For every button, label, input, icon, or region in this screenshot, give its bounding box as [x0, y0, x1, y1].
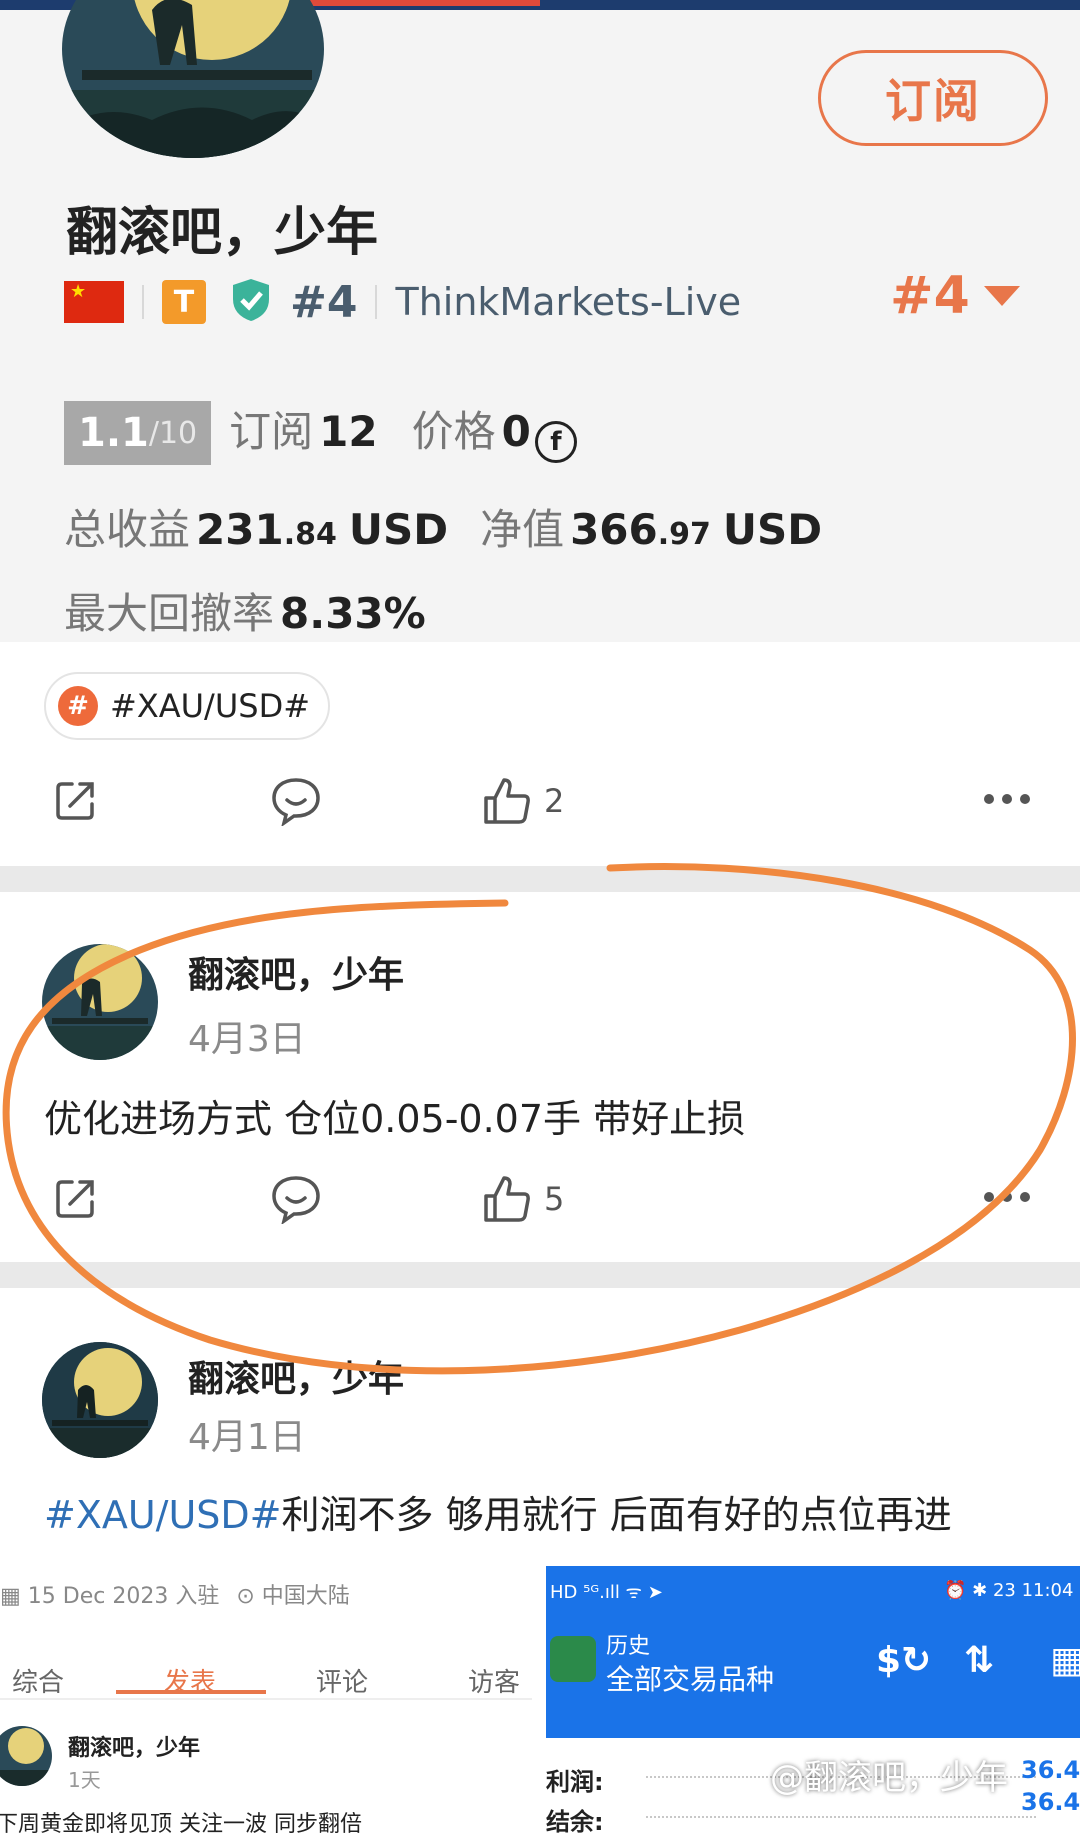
total-profit-unit: USD: [348, 505, 449, 554]
more-button[interactable]: [982, 792, 1032, 806]
subscription-row: 1.1/10 订阅 12 价格 0 f: [64, 398, 577, 465]
join-meta: ▦ 15 Dec 2023 入驻 ⊙ 中国大陆: [0, 1584, 350, 1609]
rank-label: #4: [290, 276, 358, 328]
subs-value: 12: [319, 407, 378, 456]
like-button[interactable]: 2: [482, 776, 564, 826]
verified-shield-icon: [230, 277, 272, 327]
post-author: 翻滚吧，少年: [68, 1736, 201, 1761]
post-body: 利润不多 够用就行 后面有好的点位再进: [281, 1493, 952, 1537]
post-date: 4月3日: [188, 1019, 306, 1060]
subscribe-button[interactable]: 订阅: [818, 50, 1048, 146]
profile-tabs: 综合 发表 评论 访客: [0, 1642, 532, 1702]
dotted-leader: [646, 1816, 1036, 1818]
section-divider: [0, 1262, 1080, 1288]
app-logo-icon: [550, 1636, 596, 1682]
share-button[interactable]: [52, 776, 100, 824]
divider: [375, 285, 378, 319]
post-card: 翻滚吧，少年 4月3日 优化进场方式 仓位0.05-0.07手 带好止损 5: [0, 892, 1080, 1262]
tier-badge: T: [162, 280, 206, 324]
price-value: 0: [501, 407, 531, 456]
comment-icon: [272, 778, 320, 826]
profile-header: 订阅 翻滚吧，少年 ★ T #4 ThinkMarkets-Live #4 1.…: [0, 0, 1080, 642]
equity-label: 净值: [480, 505, 565, 554]
tab-overview[interactable]: 综合: [12, 1662, 64, 1699]
profit-row-value: 36.4: [1021, 1756, 1080, 1784]
profile-name: 翻滚吧，少年: [66, 203, 379, 263]
coin-icon: f: [534, 421, 577, 463]
china-flag-icon: ★: [64, 281, 124, 323]
post-text: 优化进场方式 仓位0.05-0.07手 带好止损: [44, 1097, 746, 1141]
post-author[interactable]: 翻滚吧，少年: [188, 1350, 404, 1402]
total-profit-int: 231: [196, 505, 284, 554]
more-dots-icon: [984, 1192, 1030, 1202]
equity-dec: .97: [657, 517, 711, 552]
total-profit-label: 总收益: [64, 505, 191, 554]
status-bar-right: ⏰ ✱ 23 11:04: [944, 1580, 1074, 1601]
post-date: 4月1日: [188, 1417, 306, 1458]
watermark: @翻滚吧，少年: [770, 1758, 1008, 1798]
post-text: #XAU/USD#利润不多 够用就行 后面有好的点位再进: [44, 1484, 952, 1539]
share-icon: [56, 1180, 94, 1218]
version-badge: 1.1/10: [64, 401, 212, 465]
active-tab-underline: [116, 1690, 266, 1694]
comment-icon: [272, 1176, 320, 1224]
calendar-icon: ▦: [1050, 1640, 1080, 1681]
profile-avatar[interactable]: [62, 0, 324, 158]
badge-row: ★ T #4 ThinkMarkets-Live: [64, 272, 741, 332]
share-button[interactable]: [52, 1174, 100, 1222]
broker-name: ThinkMarkets-Live: [395, 280, 742, 324]
like-count: 5: [544, 1180, 565, 1218]
thumbs-up-icon: [484, 1176, 530, 1222]
drawdown-label: 最大回撤率: [64, 589, 275, 638]
profit-row-label: 利润:: [546, 1768, 604, 1796]
action-bar: 2: [0, 776, 1080, 836]
action-bar: 5: [0, 1174, 1080, 1234]
profit-row: 总收益 231 .84 USD 净值 366 .97 USD: [64, 496, 822, 557]
more-dots-icon: [984, 794, 1030, 804]
thumbs-up-icon: [484, 778, 530, 824]
share-icon: [56, 782, 94, 820]
topic-tag-label: #XAU/USD#: [110, 687, 311, 725]
topic-tag[interactable]: # #XAU/USD#: [44, 672, 331, 740]
rank-value: #4: [890, 266, 970, 326]
header-subtitle: 历史: [606, 1634, 651, 1659]
post-avatar[interactable]: [42, 1342, 158, 1458]
like-button[interactable]: 5: [482, 1174, 564, 1224]
post-text: 下周黄金即将见顶 关注一波 同步翻倍: [0, 1812, 362, 1833]
balance-row-label: 结余:: [546, 1808, 604, 1833]
tab-visitors[interactable]: 访客: [468, 1662, 520, 1699]
post-avatar[interactable]: [42, 944, 158, 1060]
post-card: 翻滚吧，少年 4月1日 #XAU/USD#利润不多 够用就行 后面有好的点位再进: [0, 1288, 1080, 1566]
caret-down-icon: [983, 286, 1020, 306]
rank-dropdown[interactable]: #4: [890, 266, 1020, 326]
calendar-icon: ▦: [0, 1584, 28, 1609]
balance-row-value: 36.4: [1021, 1788, 1080, 1816]
post-avatar: [0, 1726, 52, 1786]
sort-icon: ⇅: [964, 1640, 995, 1681]
header-title: 全部交易品种: [606, 1663, 775, 1696]
equity-int: 366: [570, 505, 658, 554]
attached-image-profile[interactable]: ▦ 15 Dec 2023 入驻 ⊙ 中国大陆 综合 发表 评论 访客 翻滚吧，…: [0, 1566, 532, 1833]
more-button[interactable]: [982, 1190, 1032, 1204]
price-label: 价格: [411, 407, 496, 456]
location-pin-icon: ⊙: [236, 1584, 262, 1609]
post-tag-link[interactable]: #XAU/USD#: [44, 1493, 282, 1537]
currency-filter-icon: $↻: [876, 1640, 932, 1681]
post-date: 1天: [68, 1768, 101, 1792]
section-divider: [0, 866, 1080, 892]
drawdown-value: 8.33%: [280, 589, 426, 638]
comment-button[interactable]: [270, 776, 322, 826]
equity-unit: USD: [722, 505, 823, 554]
subs-label: 订阅: [229, 407, 314, 456]
tab-comments[interactable]: 评论: [316, 1662, 368, 1699]
drawdown-row: 最大回撤率 8.33%: [64, 580, 426, 641]
post-author[interactable]: 翻滚吧，少年: [188, 946, 404, 998]
divider: [0, 1698, 532, 1700]
divider: [142, 285, 144, 319]
like-count: 2: [544, 782, 565, 820]
comment-button[interactable]: [270, 1174, 322, 1224]
status-bar-left: HD ⁵ᴳ.ıll ᯤ ➤: [550, 1582, 663, 1603]
hashtag-icon: #: [58, 686, 98, 726]
total-profit-dec: .84: [283, 517, 337, 552]
